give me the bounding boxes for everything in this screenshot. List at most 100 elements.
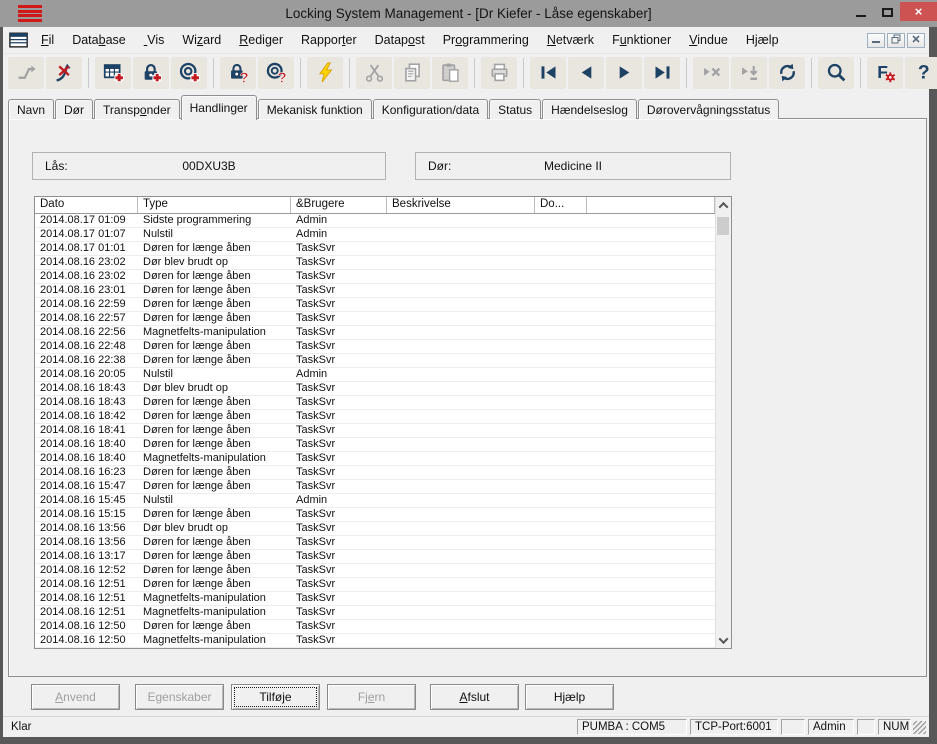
- log-row[interactable]: 2014.08.16 18:40Døren for længe åbenTask…: [35, 438, 715, 452]
- log-row[interactable]: 2014.08.16 13:17Døren for længe åbenTask…: [35, 550, 715, 564]
- menu-programmering[interactable]: Programmering: [434, 29, 538, 51]
- refresh-icon: [777, 62, 798, 83]
- log-row[interactable]: 2014.08.16 15:47Døren for længe åbenTask…: [35, 480, 715, 494]
- log-row[interactable]: 2014.08.16 18:42Døren for længe åbenTask…: [35, 410, 715, 424]
- mdi-restore-button[interactable]: [887, 33, 905, 48]
- tab-status[interactable]: Status: [489, 99, 541, 119]
- toolbar-new-lock-button[interactable]: [133, 57, 169, 89]
- toolbar-search-button[interactable]: [818, 57, 854, 89]
- log-row[interactable]: 2014.08.16 20:05NulstilAdmin: [35, 368, 715, 382]
- log-cell: Døren for længe åben: [138, 620, 291, 633]
- log-row[interactable]: 2014.08.16 13:56Døren for længe åbenTask…: [35, 536, 715, 550]
- toolbar-next-record-button[interactable]: [606, 57, 642, 89]
- toolbar-previous-record-button[interactable]: [568, 57, 604, 89]
- log-row[interactable]: 2014.08.16 12:51Magnetfelts-manipulation…: [35, 592, 715, 606]
- log-row[interactable]: 2014.08.16 18:41Døren for længe åbenTask…: [35, 424, 715, 438]
- menu-rediger[interactable]: Rediger: [230, 29, 292, 51]
- scrollbar-down-button[interactable]: [716, 632, 731, 648]
- log-row[interactable]: 2014.08.16 15:15Døren for længe åbenTask…: [35, 508, 715, 522]
- log-row[interactable]: 2014.08.16 13:56Dør blev brudt opTaskSvr: [35, 522, 715, 536]
- column-header-do[interactable]: Do...: [535, 197, 587, 213]
- window-title: Locking System Management - [Dr Kiefer -…: [285, 6, 651, 21]
- log-row[interactable]: 2014.08.16 12:51Døren for længe åbenTask…: [35, 578, 715, 592]
- column-header-beskrivelse[interactable]: Beskrivelse: [387, 197, 535, 213]
- resize-grip-icon[interactable]: [913, 721, 926, 734]
- log-cell: TaskSvr: [291, 452, 387, 465]
- tab-konfiguration-data[interactable]: Konfiguration/data: [373, 99, 488, 119]
- vertical-scrollbar[interactable]: [715, 197, 731, 648]
- menu-netvaerk[interactable]: Netværk: [538, 29, 603, 51]
- log-row[interactable]: 2014.08.16 12:50Magnetfelts-manipulation…: [35, 634, 715, 648]
- toolbar-last-record-button[interactable]: [644, 57, 680, 89]
- toolbar-filter-button[interactable]: F: [867, 57, 903, 89]
- toolbar-read-transponder-button[interactable]: ?: [258, 57, 294, 89]
- maximize-button[interactable]: [875, 2, 899, 22]
- log-row[interactable]: 2014.08.16 18:43Dør blev brudt opTaskSvr: [35, 382, 715, 396]
- log-cell: TaskSvr: [291, 578, 387, 591]
- menu-hjaelp[interactable]: Hjælp: [737, 29, 788, 51]
- scrollbar-thumb[interactable]: [717, 217, 729, 235]
- column-header-empty[interactable]: [587, 197, 715, 213]
- minimize-button[interactable]: [849, 2, 873, 22]
- tab-handlinger[interactable]: Handlinger: [181, 95, 257, 120]
- dialog-button-hjaelp[interactable]: Hjælp: [525, 684, 614, 710]
- tab-transponder[interactable]: Transponder: [94, 99, 180, 119]
- menu-funktioner[interactable]: Funktioner: [603, 29, 680, 51]
- log-row[interactable]: 2014.08.16 12:51Magnetfelts-manipulation…: [35, 606, 715, 620]
- log-row[interactable]: 2014.08.16 12:50Døren for længe åbenTask…: [35, 620, 715, 634]
- tab-mekanisk-funktion[interactable]: Mekanisk funktion: [258, 99, 372, 119]
- log-row[interactable]: 2014.08.16 15:45NulstilAdmin: [35, 494, 715, 508]
- column-header-brugere[interactable]: &Brugere: [291, 197, 387, 213]
- log-cell: [535, 550, 587, 563]
- log-cell: Døren for længe åben: [138, 508, 291, 521]
- log-row[interactable]: 2014.08.17 01:09Sidste programmeringAdmi…: [35, 214, 715, 228]
- log-row[interactable]: 2014.08.16 18:43Døren for længe åbenTask…: [35, 396, 715, 410]
- toolbar-help-button[interactable]: ?: [905, 57, 937, 89]
- log-row[interactable]: 2014.08.16 12:52Døren for længe åbenTask…: [35, 564, 715, 578]
- scrollbar-up-button[interactable]: [716, 197, 731, 213]
- log-cell: [387, 480, 535, 493]
- log-cell: [387, 620, 535, 633]
- close-button[interactable]: ×: [900, 2, 937, 21]
- dialog-button-tilfoeje[interactable]: Tilføje: [231, 684, 320, 710]
- toolbar-program-button[interactable]: [307, 57, 343, 89]
- toolbar-refresh-button[interactable]: [769, 57, 805, 89]
- dialog-button-afslut[interactable]: Afslut: [430, 684, 519, 710]
- log-row[interactable]: 2014.08.16 22:56Magnetfelts-manipulation…: [35, 326, 715, 340]
- mdi-close-button[interactable]: [907, 33, 925, 48]
- log-row[interactable]: 2014.08.17 01:01Døren for længe åbenTask…: [35, 242, 715, 256]
- toolbar-read-lock-button[interactable]: ?: [220, 57, 256, 89]
- toolbar-first-record-button[interactable]: [530, 57, 566, 89]
- column-header-dato[interactable]: Dato: [35, 197, 138, 213]
- menu-rapporter[interactable]: Rapporter: [292, 29, 366, 51]
- log-row[interactable]: 2014.08.16 22:57Døren for længe åbenTask…: [35, 312, 715, 326]
- log-row[interactable]: 2014.08.16 23:01Døren for længe åbenTask…: [35, 284, 715, 298]
- toolbar-new-locking-plan-button[interactable]: [95, 57, 131, 89]
- menu-vindue[interactable]: Vindue: [680, 29, 737, 51]
- log-row[interactable]: 2014.08.17 01:07NulstilAdmin: [35, 228, 715, 242]
- menu-database[interactable]: Database: [63, 29, 135, 51]
- toolbar-disconnect-button[interactable]: [46, 57, 82, 89]
- menu-fil[interactable]: Fil: [32, 29, 63, 51]
- log-row[interactable]: 2014.08.16 22:59Døren for længe åbenTask…: [35, 298, 715, 312]
- log-row[interactable]: 2014.08.16 23:02Døren for længe åbenTask…: [35, 270, 715, 284]
- log-row[interactable]: 2014.08.16 18:40Magnetfelts-manipulation…: [35, 452, 715, 466]
- log-row[interactable]: 2014.08.16 22:48Døren for længe åbenTask…: [35, 340, 715, 354]
- column-header-type[interactable]: Type: [138, 197, 291, 213]
- tab-doroverv[interactable]: Dørovervågningsstatus: [638, 99, 779, 119]
- maximize-icon: [882, 8, 893, 17]
- menu-datapost[interactable]: Datapost: [366, 29, 434, 51]
- log-row[interactable]: 2014.08.16 22:38Døren for længe åbenTask…: [35, 354, 715, 368]
- tab-navn[interactable]: Navn: [8, 99, 54, 119]
- log-row[interactable]: 2014.08.16 16:23Døren for længe åbenTask…: [35, 466, 715, 480]
- lock-plus-icon: [141, 62, 162, 83]
- toolbar-new-transponder-button[interactable]: [171, 57, 207, 89]
- menu-vis[interactable]: Vis: [135, 29, 174, 51]
- menu-wizard[interactable]: Wizard: [173, 29, 230, 51]
- log-row[interactable]: 2014.08.16 23:02Dør blev brudt opTaskSvr: [35, 256, 715, 270]
- log-cell: Sidste programmering: [138, 214, 291, 227]
- tab-doer[interactable]: Dør: [55, 99, 93, 119]
- tab-haendelseslog[interactable]: Hændelseslog: [542, 99, 637, 119]
- door-field-value: Medicine II: [416, 159, 730, 173]
- mdi-minimize-button[interactable]: [867, 33, 885, 48]
